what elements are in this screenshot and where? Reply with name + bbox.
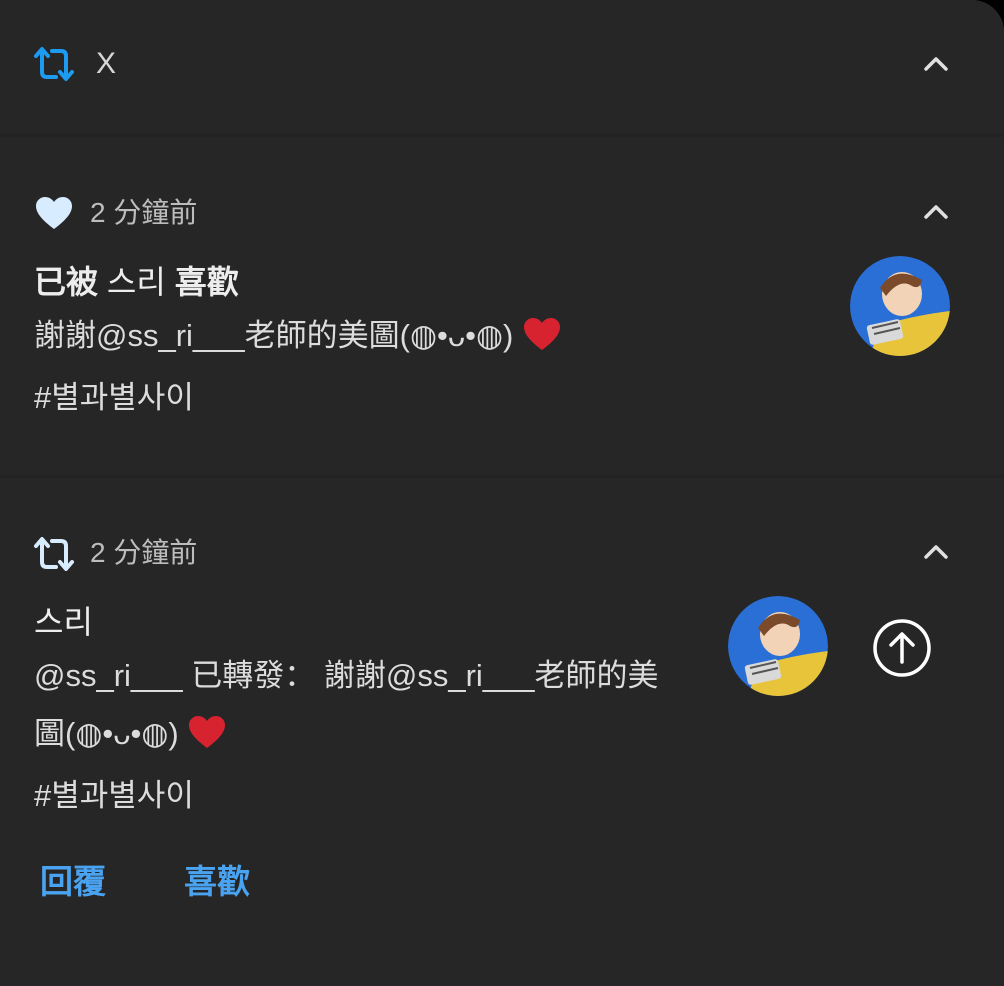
arrow-up-circle-icon[interactable] (872, 618, 932, 678)
title-suffix: 喜歡 (174, 264, 239, 300)
timestamp: 2 分鐘前 (90, 197, 198, 228)
collapse-chevron-icon[interactable] (916, 192, 956, 232)
notification-text-line: @ss_ri___ 已轉發： 謝謝@ss_ri___老師的美 (34, 658, 659, 693)
hashtag: #별과별사이 (34, 380, 194, 415)
notification-text: 謝謝@ss_ri___老師的美圖(◍•ᴗ•◍) (34, 316, 562, 356)
retweet-icon (34, 537, 74, 571)
reply-button[interactable]: 回覆 (40, 862, 106, 902)
notification-title: 已被 스리 喜歡 (34, 262, 239, 302)
red-heart-icon (189, 716, 226, 748)
text-line: 謝謝@ss_ri___老師的美圖(◍•ᴗ•◍) (34, 318, 514, 353)
user-avatar (850, 256, 950, 356)
red-heart-icon (523, 318, 560, 350)
title-prefix: 已被 (34, 264, 99, 300)
notification-panel: X 2 分鐘前 已被 스리 喜歡 謝謝@ss_ri___老師的美圖(◍•ᴗ•◍)… (0, 0, 1004, 986)
divider (0, 134, 1004, 137)
timestamp: 2 分鐘前 (90, 537, 198, 568)
title-user: 스리 (106, 264, 166, 300)
app-header[interactable]: X (0, 0, 1004, 134)
heart-icon (36, 197, 72, 229)
collapse-chevron-icon[interactable] (916, 532, 956, 572)
text-line: 圖(◍•ᴗ•◍) (34, 716, 179, 751)
hashtag: #별과별사이 (34, 778, 194, 813)
app-name: X (96, 47, 117, 80)
user-avatar (728, 596, 828, 696)
notification-title: 스리 (34, 604, 93, 640)
like-button[interactable]: 喜歡 (184, 862, 250, 902)
collapse-chevron-icon[interactable] (916, 44, 956, 84)
divider (0, 475, 1004, 478)
notification-text: 圖(◍•ᴗ•◍) (34, 714, 227, 754)
retweet-icon (34, 47, 74, 81)
